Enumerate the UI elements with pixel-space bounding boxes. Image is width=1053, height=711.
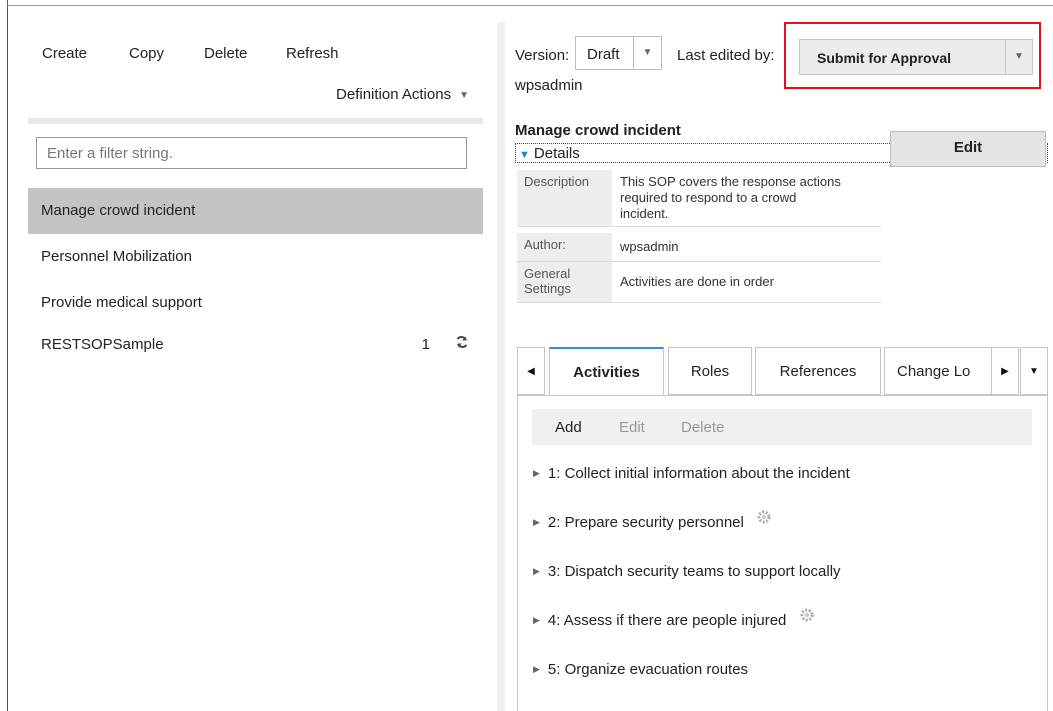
expand-arrow-icon: ▶ <box>533 566 540 576</box>
refresh-button[interactable]: Refresh <box>286 45 339 62</box>
details-value: This SOP covers the response actions req… <box>620 174 841 221</box>
sop-detail-pane: Version: Draft ▼ Last edited by: wpsadmi… <box>515 0 1053 711</box>
tab-references[interactable]: References <box>755 347 881 395</box>
version-label: Version: <box>515 47 570 64</box>
expand-arrow-icon: ▶ <box>533 615 540 625</box>
sop-list-item[interactable]: Provide medical support <box>28 280 483 326</box>
details-row-general-settings: General Settings Activities are done in … <box>517 262 881 303</box>
toolbar-separator <box>28 118 483 124</box>
activity-item[interactable]: ▶ 5: Organize evacuation routes <box>533 652 1033 701</box>
activity-label: 2: Prepare security personnel <box>547 514 744 531</box>
details-row-author: Author: wpsadmin <box>517 233 881 262</box>
details-key: Description <box>517 170 612 226</box>
sop-list-item[interactable]: Personnel Mobilization <box>28 234 483 280</box>
sync-icon[interactable] <box>455 326 469 364</box>
sop-list: Manage crowd incident Personnel Mobiliza… <box>28 188 483 372</box>
edit-button[interactable]: Edit <box>890 131 1046 167</box>
chevron-down-icon: ▼ <box>459 90 469 101</box>
window-frame-left <box>7 0 8 711</box>
details-key: Author: <box>517 233 612 261</box>
last-edited-user: wpsadmin <box>515 77 583 94</box>
activity-item[interactable]: ▶ 3: Dispatch security teams to support l… <box>533 554 1033 603</box>
sop-title: Manage crowd incident <box>515 122 681 139</box>
last-edited-label: Last edited by: <box>677 47 775 64</box>
details-table: Description This SOP covers the response… <box>517 170 881 303</box>
left-toolbar: Create Copy Delete Refresh Definition Ac… <box>28 22 483 118</box>
details-value: Activities are done in order <box>620 274 774 289</box>
pane-splitter[interactable] <box>497 22 505 711</box>
tab-menu-chevron-down-icon[interactable]: ▼ <box>1020 347 1048 395</box>
activities-list: ▶ 1: Collect initial information about th… <box>533 456 1033 701</box>
definition-actions-menu[interactable]: Definition Actions ▼ <box>336 86 469 103</box>
sop-list-pane: Create Copy Delete Refresh Definition Ac… <box>28 22 483 711</box>
activities-panel: Add Edit Delete ▶ 1: Collect initial info… <box>517 395 1048 711</box>
add-activity-button[interactable]: Add <box>555 419 582 436</box>
submit-label: Submit for Approval <box>817 50 952 66</box>
copy-button[interactable]: Copy <box>129 45 164 62</box>
edit-activity-button[interactable]: Edit <box>619 419 645 436</box>
tab-change-log[interactable]: Change Lo <box>884 347 992 395</box>
tab-bar: ◀ Activities Roles References Change Lo … <box>517 347 1048 396</box>
filter-input[interactable] <box>36 137 467 169</box>
definition-actions-label: Definition Actions <box>336 86 452 103</box>
sop-name: Personnel Mobilization <box>41 248 192 265</box>
details-row-description: Description This SOP covers the response… <box>517 170 881 227</box>
activity-label: 1: Collect initial information about the… <box>547 465 850 482</box>
activity-item[interactable]: ▶ 1: Collect initial information about th… <box>533 456 1033 505</box>
sop-list-item[interactable]: RESTSOPSample 1 <box>28 326 483 372</box>
activity-item[interactable]: ▶ 2: Prepare security personnel <box>533 505 1033 554</box>
expand-arrow-icon: ▶ <box>533 517 540 527</box>
delete-button[interactable]: Delete <box>204 45 247 62</box>
activity-item[interactable]: ▶ 4: Assess if there are people injured <box>533 603 1033 652</box>
sop-name: Manage crowd incident <box>41 202 196 219</box>
submit-options-dropdown[interactable]: ▼ <box>1005 39 1033 75</box>
sop-count-badge: 1 <box>421 336 430 353</box>
chevron-down-icon: ▼ <box>633 37 661 69</box>
tab-activities[interactable]: Activities <box>549 347 664 396</box>
details-label: Details <box>533 145 580 162</box>
activity-label: 3: Dispatch security teams to support lo… <box>547 563 841 580</box>
expand-arrow-icon: ▶ <box>533 664 540 674</box>
activity-label: 4: Assess if there are people injured <box>547 612 787 629</box>
activity-label: 5: Organize evacuation routes <box>547 661 749 678</box>
activities-toolbar: Add Edit Delete <box>532 409 1032 445</box>
tab-scroll-left-icon[interactable]: ◀ <box>517 347 545 395</box>
version-select[interactable]: Draft ▼ <box>575 36 662 70</box>
details-toggle[interactable]: ▼ Details <box>519 145 580 162</box>
sop-name: RESTSOPSample <box>41 336 164 353</box>
details-key: General Settings <box>517 262 612 302</box>
submit-for-approval-button[interactable]: Submit for Approval <box>799 39 1006 75</box>
sop-list-item[interactable]: Manage crowd incident <box>28 188 483 234</box>
create-button[interactable]: Create <box>42 45 87 62</box>
tab-scroll-right-icon[interactable]: ▶ <box>991 347 1019 395</box>
gear-icon <box>756 503 772 539</box>
gear-icon <box>799 601 815 637</box>
delete-activity-button[interactable]: Delete <box>681 419 724 436</box>
tab-roles[interactable]: Roles <box>668 347 752 395</box>
sop-name: Provide medical support <box>41 294 202 311</box>
details-value: wpsadmin <box>620 239 679 254</box>
expand-triangle-icon: ▼ <box>519 149 530 161</box>
expand-arrow-icon: ▶ <box>533 468 540 478</box>
version-value: Draft <box>587 46 620 63</box>
